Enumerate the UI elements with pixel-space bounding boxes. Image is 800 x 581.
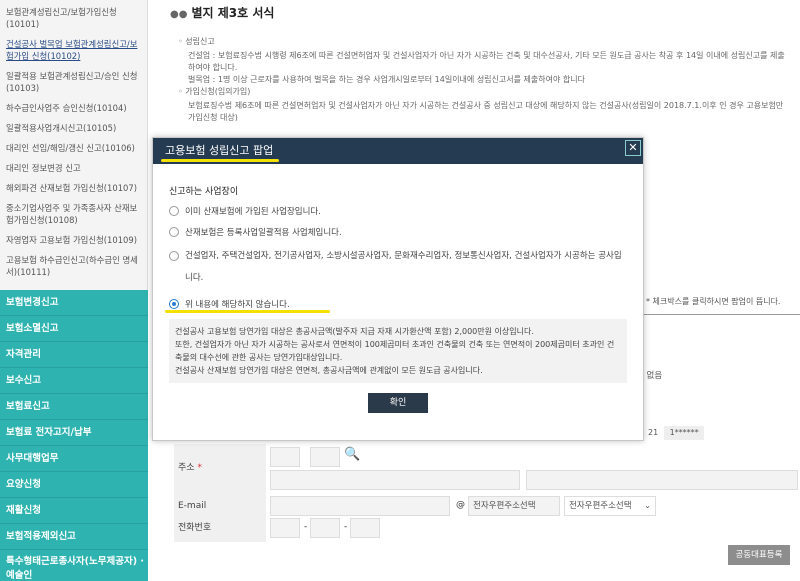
sidebar-sub-item[interactable]: 중소기업사업주 및 가족종사자 산재보험가입신청(10108): [6, 198, 141, 230]
sidebar-sub-item-active[interactable]: 건설공사 벌목업 보험관계성립신고/보험가입 신청(10102): [6, 34, 141, 66]
guide-head: ◦ 성립신고: [178, 37, 215, 46]
sidebar-item-exclusion[interactable]: 보험적용제외신고: [0, 524, 148, 550]
zip-field-2[interactable]: [310, 447, 340, 467]
popup-body: 신고하는 사업장이 이미 산재보험에 가입된 사업장입니다. 산재보험은 등록사…: [153, 164, 643, 413]
phone-label: 전화번호: [174, 514, 266, 542]
guide-line: 보험료징수법 제6조에 따른 건설면허업자 및 건설사업자가 아닌 자가 시공하…: [188, 101, 784, 122]
phone-row: 전화번호 - -: [170, 514, 800, 542]
sidebar-sub-item[interactable]: 대리인 정보변경 신고: [6, 158, 141, 178]
zip-field-1[interactable]: [270, 447, 300, 467]
close-icon[interactable]: ✕: [625, 140, 641, 156]
phone-field-1[interactable]: [270, 518, 300, 538]
confirm-button[interactable]: 확인: [368, 393, 428, 413]
option-label: 이미 산재보험에 가입된 사업장입니다.: [185, 207, 321, 217]
phone-field-3[interactable]: [350, 518, 380, 538]
email-domain-field[interactable]: 전자우편주소선택: [468, 496, 560, 516]
sidebar-item-premium-report[interactable]: 보험료신고: [0, 394, 148, 420]
info-box: 건설공사 고용보험 당연가입 대상은 총공사금액(발주자 지급 자재 시가환산액…: [169, 319, 627, 383]
resident-id: 21 1******: [648, 426, 705, 440]
option-bulk-applied[interactable]: 산재보험은 등록사업일괄적용 사업체입니다.: [169, 226, 627, 238]
sidebar-sub-item[interactable]: 대리인 선임/해임/갱신 신고(10106): [6, 138, 141, 158]
address-field-2[interactable]: [526, 470, 798, 490]
guide-text: ◦ 성립신고 건설업 : 보험료징수법 시행령 제6조에 따른 건설면허업자 및…: [178, 36, 788, 124]
sidebar-sub-item[interactable]: 해외파견 산재보험 가입신청(10107): [6, 178, 141, 198]
radio-button[interactable]: [169, 227, 179, 237]
sidebar: 보험관계성립신고/보험가입신청 (10101) 건설공사 벌목업 보험관계성립신…: [0, 0, 148, 581]
guide-line: 건설업 : 보험료징수법 시행령 제6조에 따른 건설면허업자 및 건설사업자가…: [188, 51, 785, 72]
bullet-dots-icon: ●●: [170, 9, 188, 20]
option-label: 산재보험은 등록사업일괄적용 사업체입니다.: [185, 228, 342, 238]
add-co-representative-button[interactable]: 공동대표등록: [728, 545, 790, 565]
guide-line: 벌목업 : 1명 이상 근로자를 사용하여 벌목을 하는 경우 사업개시일로부터…: [188, 75, 585, 84]
option-licensed-contractor[interactable]: 건설업자, 주택건설업자, 전기공사업자, 소방시설공사업자, 문화재수리업자,…: [169, 245, 627, 289]
sidebar-main-menu: 보험변경신고 보험소멸신고 자격관리 보수신고 보험료신고 보험료 전자고지/납…: [0, 290, 148, 581]
sidebar-item-rehab[interactable]: 재활신청: [0, 498, 148, 524]
radio-button-checked[interactable]: [169, 299, 179, 309]
address-label: 주소 *: [174, 444, 266, 492]
sidebar-sub-item[interactable]: 보험관계성립신고/보험가입신청 (10101): [6, 2, 141, 34]
sidebar-sub-item[interactable]: 하수급인사업주 승인신청(10104): [6, 98, 141, 118]
id-prefix: 21: [648, 428, 659, 437]
address-row: 주소 * 🔍: [170, 444, 800, 492]
employment-insurance-popup: 고용보험 성립신고 팝업 ✕ 신고하는 사업장이 이미 산재보험에 가입된 사업…: [152, 137, 644, 441]
page-title: ●● 별지 제3호 서식: [170, 6, 275, 20]
chevron-down-icon: ⌄: [644, 501, 651, 510]
sidebar-item-qualification[interactable]: 자격관리: [0, 342, 148, 368]
option-already-insured[interactable]: 이미 산재보험에 가입된 사업장입니다.: [169, 205, 627, 217]
popup-header: 고용보험 성립신고 팝업 ✕: [153, 138, 643, 164]
sidebar-submenu: 보험관계성립신고/보험가입신청 (10101) 건설공사 벌목업 보험관계성립신…: [0, 0, 147, 284]
sidebar-sub-item[interactable]: 고용보험 하수급인신고(하수급인 명세서)(10111): [6, 250, 141, 282]
address-field-1[interactable]: [270, 470, 520, 490]
at-sign: @: [456, 500, 465, 510]
phone-dash: -: [304, 522, 308, 532]
info-line: 건설공사 산재보험 당연가입 대상은 연면적, 총공사금액에 관계없이 모든 원…: [175, 366, 483, 375]
checkbox-note: * 체크박스를 클릭하시면 팝업이 뜹니다.: [646, 297, 781, 306]
sidebar-item-agency[interactable]: 사무대행업무: [0, 446, 148, 472]
question-label: 신고하는 사업장이: [169, 187, 239, 197]
option-label: 위 내용에 해당하지 않습니다.: [165, 300, 330, 313]
info-line: 또한, 건설업자가 아닌 자가 시공하는 공사로서 연면적이 100제곱미터 초…: [175, 340, 615, 362]
option-none-applies[interactable]: 위 내용에 해당하지 않습니다.: [165, 298, 627, 313]
sidebar-sub-item[interactable]: 일괄적용 보험관계성립신고/승인 신청(10103): [6, 66, 141, 98]
sidebar-item-e-notice[interactable]: 보험료 전자고지/납부: [0, 420, 148, 446]
sidebar-sub-item[interactable]: 자영업자 고용보험 가입신청(10109): [6, 230, 141, 250]
sidebar-item-care[interactable]: 요양신청: [0, 472, 148, 498]
radio-button[interactable]: [169, 251, 179, 261]
search-icon[interactable]: 🔍: [344, 447, 360, 462]
sidebar-item-extinction[interactable]: 보험소멸신고: [0, 316, 148, 342]
option-label: 건설업자, 주택건설업자, 전기공사업자, 소방시설공사업자, 문화재수리업자,…: [185, 251, 622, 283]
popup-title: 고용보험 성립신고 팝업: [160, 138, 280, 164]
sidebar-item-wage-report[interactable]: 보수신고: [0, 368, 148, 394]
sidebar-item-change[interactable]: 보험변경신고: [0, 290, 148, 316]
sidebar-sub-item[interactable]: 일괄적용사업개시신고(10105): [6, 118, 141, 138]
email-id-field[interactable]: [270, 496, 450, 516]
sidebar-item-special[interactable]: 특수형태근로종사자(노무제공자) · 예술인: [0, 550, 148, 581]
id-masked: 1******: [664, 426, 705, 440]
radio-button[interactable]: [169, 206, 179, 216]
phone-dash: -: [344, 522, 348, 532]
info-line: 건설공사 고용보험 당연가입 대상은 총공사금액(발주자 지급 자재 시가환산액…: [175, 327, 534, 336]
phone-field-2[interactable]: [310, 518, 340, 538]
divider: [626, 314, 800, 315]
email-domain-select[interactable]: 전자우편주소선택 ⌄: [564, 496, 656, 516]
guide-head: ◦ 가입신청(임의가입): [178, 87, 251, 96]
